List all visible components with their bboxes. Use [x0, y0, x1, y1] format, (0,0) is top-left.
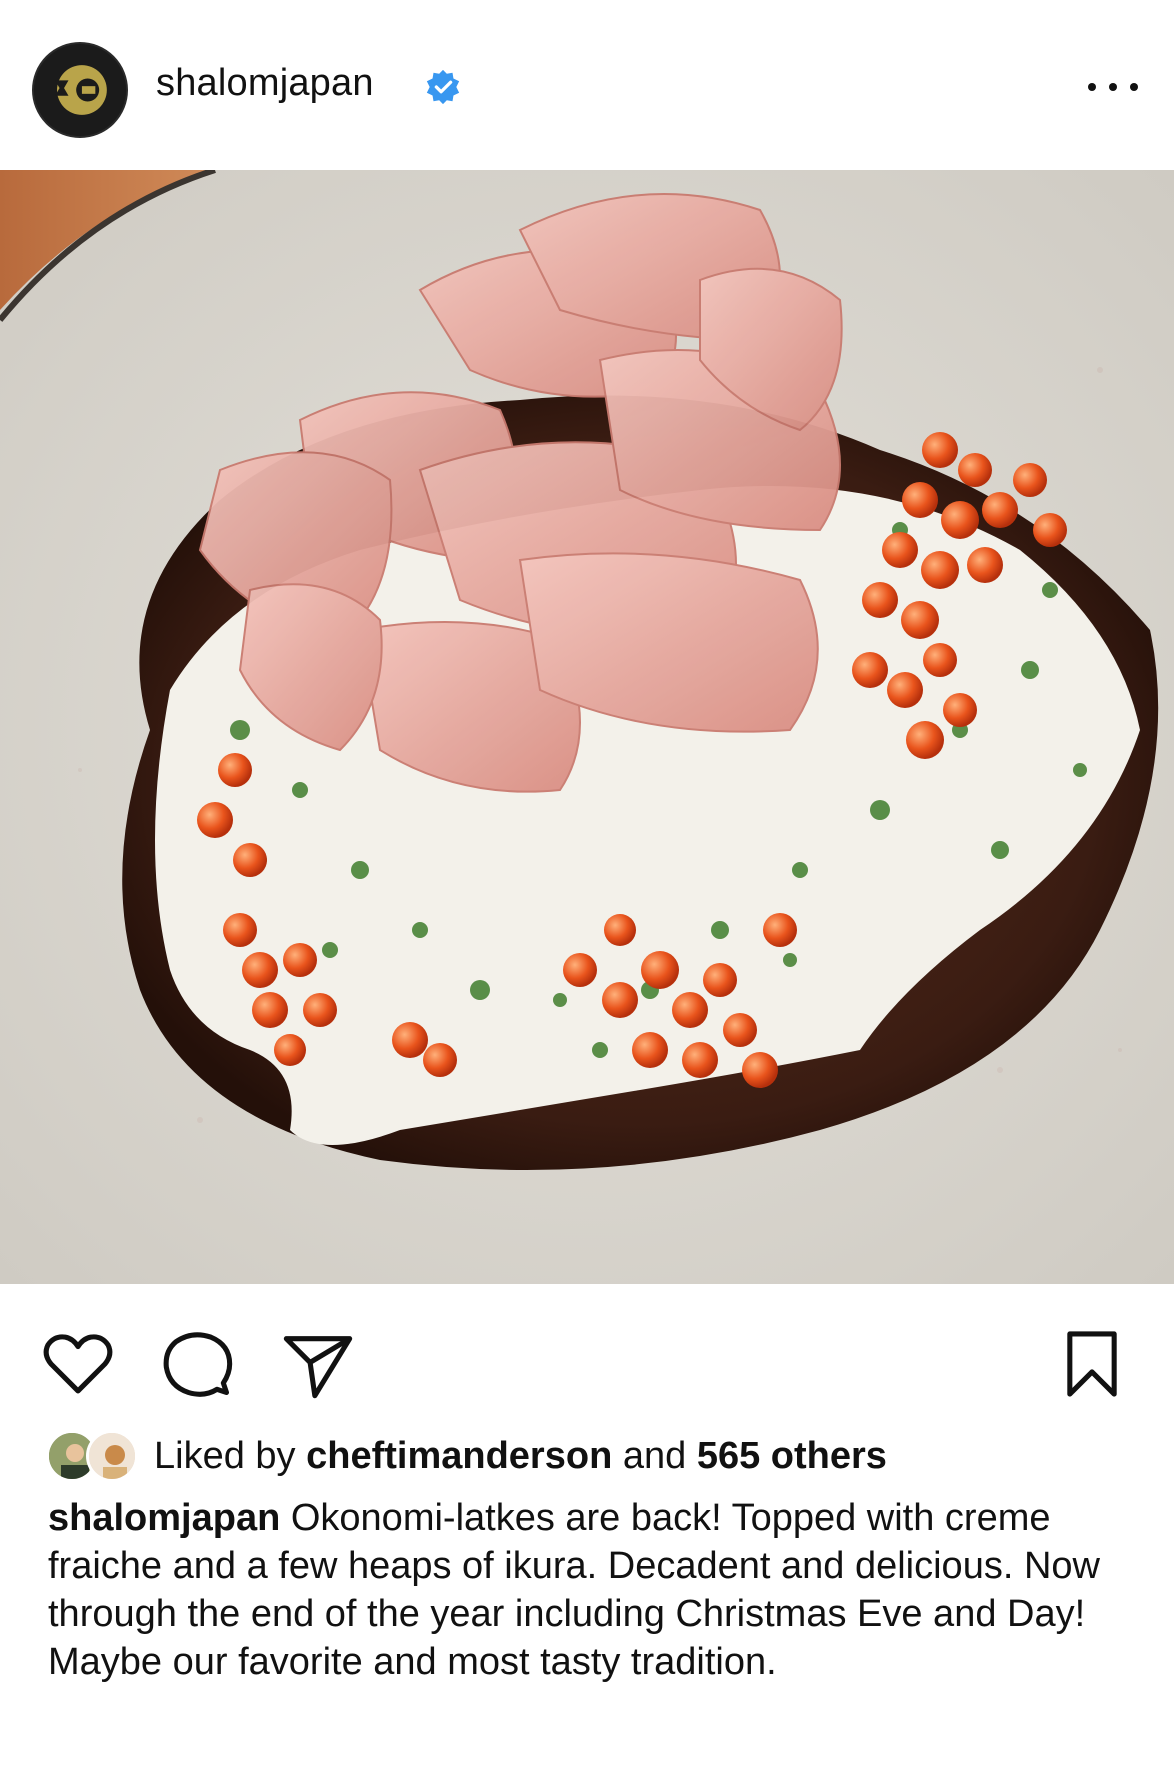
liker-avatar-2	[86, 1430, 138, 1482]
profile-avatar[interactable]	[32, 42, 128, 138]
ellipsis-icon[interactable]	[1088, 72, 1138, 102]
likes-row: Liked by cheftimanderson and 565 others	[46, 1428, 887, 1484]
likes-conj: and	[622, 1434, 687, 1477]
likes-text: Liked by cheftimanderson and 565 others	[154, 1435, 887, 1478]
likes-count[interactable]: 565 others	[697, 1435, 887, 1477]
comment-bubble-icon[interactable]	[160, 1326, 236, 1402]
caption-username[interactable]: shalomjapan	[48, 1497, 280, 1539]
shalom-japan-logo	[34, 44, 126, 136]
verified-badge-icon	[426, 69, 460, 105]
post-username[interactable]: shalomjapan	[156, 62, 374, 105]
post-caption: shalomjapan Okonomi-latkes are back! Top…	[48, 1494, 1148, 1686]
okonomi-latke-food-image	[0, 170, 1174, 1284]
likes-prefix: Liked by	[154, 1434, 296, 1477]
post-actions	[0, 1284, 1174, 1424]
post-photo[interactable]	[0, 170, 1174, 1284]
liker-username[interactable]: cheftimanderson	[306, 1435, 612, 1477]
send-paper-plane-icon[interactable]	[280, 1326, 356, 1402]
post-header: shalomjapan	[0, 0, 1174, 170]
bookmark-icon[interactable]	[1054, 1326, 1130, 1402]
heart-icon[interactable]	[40, 1326, 116, 1402]
liker-avatars[interactable]	[46, 1430, 142, 1482]
